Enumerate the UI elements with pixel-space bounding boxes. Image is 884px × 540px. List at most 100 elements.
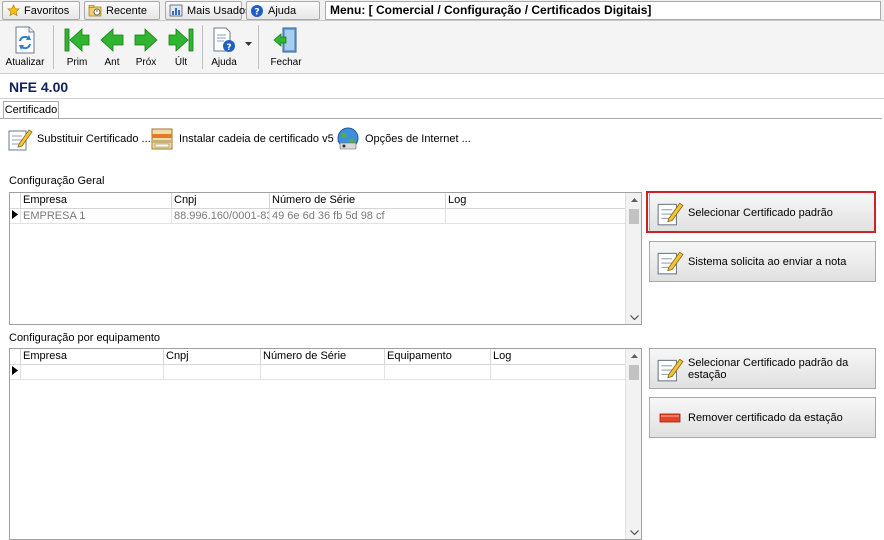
help-label: Ajuda — [211, 57, 237, 68]
column-header-empresa[interactable]: Empresa — [21, 349, 164, 365]
scroll-thumb[interactable] — [629, 209, 639, 224]
cell-serie[interactable] — [261, 365, 385, 380]
table-row[interactable]: EMPRESA 1 88.996.160/0001-83 49 6e 6d 36… — [10, 209, 626, 224]
tab-favoritos-label: Favoritos — [24, 4, 70, 17]
system-asks-button[interactable]: Sistema solicita ao enviar a nota — [649, 241, 876, 282]
tab-favoritos[interactable]: Favoritos — [2, 1, 80, 20]
most-used-icon — [169, 4, 183, 18]
next-label: Próx — [135, 57, 157, 68]
refresh-icon — [10, 25, 40, 55]
certificate-edit-icon — [7, 126, 33, 152]
grid-header: Empresa Cnpj Número de Série Equipamento… — [10, 349, 626, 365]
refresh-button[interactable]: Atualizar — [5, 25, 45, 71]
remove-station-certificate-label: Remover certificado da estação — [688, 411, 843, 424]
column-header-cnpj[interactable]: Cnpj — [164, 349, 261, 365]
cell-empresa[interactable]: EMPRESA 1 — [21, 209, 172, 224]
scroll-thumb[interactable] — [629, 365, 639, 380]
system-asks-label: Sistema solicita ao enviar a nota — [688, 255, 847, 268]
next-arrow-icon — [131, 25, 161, 55]
last-label: Últ — [174, 57, 188, 68]
chevron-up-icon — [630, 198, 638, 202]
tab-certificado[interactable]: Certificado — [3, 101, 59, 118]
close-button[interactable]: Fechar — [268, 25, 304, 71]
general-config-grid[interactable]: Empresa Cnpj Número de Série Log EMPRESA… — [9, 192, 642, 325]
certificate-edit-icon — [656, 248, 684, 276]
cell-log[interactable] — [446, 209, 626, 224]
internet-options-label: Opções de Internet ... — [365, 133, 471, 145]
chevron-down-icon — [629, 314, 639, 320]
remove-icon — [656, 404, 684, 432]
remove-station-certificate-button[interactable]: Remover certificado da estação — [649, 397, 876, 438]
highlight-box — [646, 191, 876, 233]
cell-equipamento[interactable] — [385, 365, 491, 380]
column-header-equipamento[interactable]: Equipamento — [385, 349, 491, 365]
select-station-certificate-label: Selecionar Certificado padrão da estação — [688, 356, 849, 381]
install-chain-button[interactable]: Instalar cadeia de certificado v5 ... — [149, 124, 346, 154]
vertical-scrollbar[interactable] — [625, 349, 641, 539]
svg-text:?: ? — [254, 7, 259, 17]
row-indicator-header — [10, 349, 21, 365]
last-button[interactable]: Últ — [166, 25, 196, 71]
tab-mais-usados-label: Mais Usados — [187, 4, 251, 17]
exit-door-icon — [271, 25, 301, 55]
column-header-log[interactable]: Log — [491, 349, 626, 365]
cell-serie[interactable]: 49 6e 6d 36 fb 5d 98 cf — [270, 209, 446, 224]
top-tab-bar: Favoritos Recente Mais Usados ? Ajuda Me… — [0, 0, 884, 21]
column-header-serie[interactable]: Número de Série — [270, 193, 446, 209]
tab-recente[interactable]: Recente — [84, 1, 160, 20]
cell-cnpj[interactable] — [164, 365, 261, 380]
grid-header: Empresa Cnpj Número de Série Log — [10, 193, 626, 209]
chevron-up-icon — [630, 354, 638, 358]
prev-button[interactable]: Ant — [97, 25, 127, 71]
help-button[interactable]: ? Ajuda — [207, 25, 241, 71]
column-header-serie[interactable]: Número de Série — [261, 349, 385, 365]
toolbar-separator — [258, 25, 259, 69]
cell-log[interactable] — [491, 365, 626, 380]
title-divider — [0, 98, 884, 99]
table-row[interactable] — [10, 365, 626, 380]
scroll-down-button[interactable] — [626, 525, 641, 539]
prev-arrow-icon — [97, 25, 127, 55]
cell-cnpj[interactable]: 88.996.160/0001-83 — [172, 209, 270, 224]
next-button[interactable]: Próx — [131, 25, 161, 71]
svg-text:?: ? — [226, 43, 231, 53]
internet-options-button[interactable]: Opções de Internet ... — [335, 124, 471, 154]
scroll-down-button[interactable] — [626, 310, 641, 324]
row-indicator — [10, 209, 21, 224]
replace-certificate-button[interactable]: Substituir Certificado ... — [7, 124, 151, 154]
tab-ajuda[interactable]: ? Ajuda — [246, 1, 320, 20]
install-chain-label: Instalar cadeia de certificado v5 ... — [179, 133, 346, 145]
column-header-empresa[interactable]: Empresa — [21, 193, 172, 209]
chevron-down-icon — [629, 529, 639, 535]
scroll-up-button[interactable] — [626, 193, 641, 207]
cell-empresa[interactable] — [21, 365, 164, 380]
chevron-down-icon — [244, 42, 252, 46]
tab-mais-usados[interactable]: Mais Usados — [165, 1, 251, 20]
select-station-certificate-button[interactable]: Selecionar Certificado padrão da estação — [649, 348, 876, 389]
first-arrow-icon — [62, 25, 92, 55]
help-dropdown-arrow[interactable] — [243, 39, 253, 49]
help-icon: ? — [250, 4, 264, 18]
help-document-icon: ? — [209, 25, 239, 55]
equipment-config-grid[interactable]: Empresa Cnpj Número de Série Equipamento… — [9, 348, 642, 540]
tab-recente-label: Recente — [106, 4, 147, 17]
scroll-up-button[interactable] — [626, 349, 641, 363]
globe-icon — [335, 126, 361, 152]
first-label: Prim — [66, 57, 88, 68]
prev-label: Ant — [104, 57, 120, 68]
menu-path: Menu: [ Comercial / Configuração / Certi… — [325, 1, 881, 20]
column-header-cnpj[interactable]: Cnpj — [172, 193, 270, 209]
recent-folder-icon — [88, 4, 102, 18]
certificate-edit-icon — [656, 355, 684, 383]
replace-certificate-label: Substituir Certificado ... — [37, 133, 151, 145]
row-pointer-icon — [12, 210, 18, 219]
toolbar-separator — [53, 25, 54, 69]
vertical-scrollbar[interactable] — [625, 193, 641, 324]
row-indicator-header — [10, 193, 21, 209]
equipment-config-label: Configuração por equipamento — [9, 332, 161, 344]
toolbar-separator — [202, 25, 203, 69]
column-header-log[interactable]: Log — [446, 193, 626, 209]
tab-ajuda-label: Ajuda — [268, 4, 297, 17]
general-config-label: Configuração Geral — [9, 175, 105, 187]
first-button[interactable]: Prim — [62, 25, 92, 71]
